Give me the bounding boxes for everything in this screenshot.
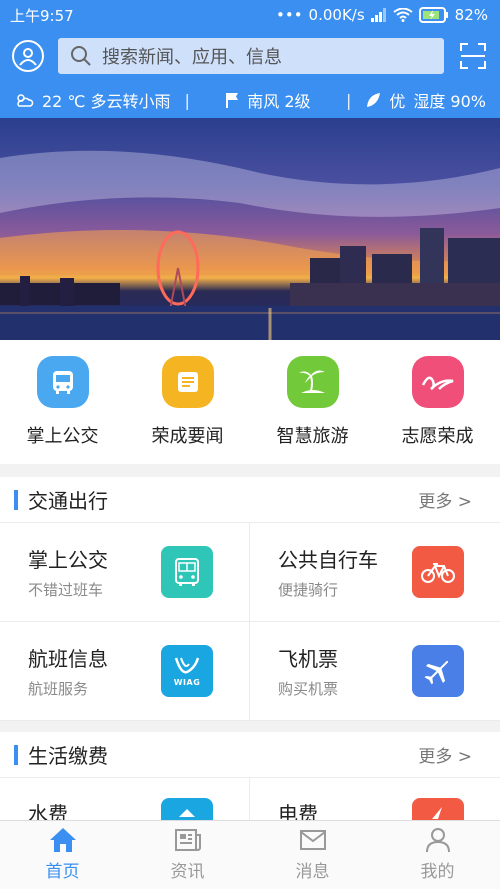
weather-air: 优 bbox=[389, 92, 406, 111]
service-subtitle: 不错过班车 bbox=[28, 581, 104, 599]
volunteer-icon bbox=[411, 356, 464, 408]
section-title: 生活缴费 bbox=[28, 744, 108, 768]
nav-news[interactable]: 资讯 bbox=[125, 821, 250, 889]
status-battery: 82% bbox=[454, 6, 488, 24]
bus-icon bbox=[161, 546, 213, 598]
service-subtitle: 便捷骑行 bbox=[278, 581, 339, 599]
palm-tree-icon bbox=[286, 356, 339, 408]
nav-label: 我的 bbox=[420, 862, 455, 882]
quick-apps: 掌上公交 荣成要闻 智慧旅游 志愿荣成 bbox=[0, 340, 500, 464]
section-title: 交通出行 bbox=[28, 489, 108, 513]
divider: | bbox=[184, 90, 190, 110]
airplane-icon bbox=[412, 645, 464, 697]
service-electricity-bill[interactable]: 电费 bbox=[250, 778, 500, 820]
city-skyline-illustration bbox=[0, 150, 500, 340]
user-avatar-icon bbox=[19, 48, 37, 66]
signal-icon bbox=[370, 8, 386, 22]
more-dots-icon: ••• bbox=[276, 6, 303, 24]
profile-button[interactable] bbox=[12, 40, 44, 72]
bus-icon bbox=[36, 356, 89, 408]
service-flight-info[interactable]: 航班信息 航班服务 WIAG bbox=[0, 622, 250, 721]
top-header: 上午9:57 ••• 0.00K/s 82% 搜索新闻、应用、信息 22 ℃ 多… bbox=[0, 0, 500, 118]
service-air-ticket[interactable]: 飞机票 购买机票 bbox=[250, 622, 500, 721]
service-title: 航班信息 bbox=[28, 647, 108, 671]
news-icon bbox=[161, 356, 214, 408]
traffic-section: 交通出行 更多 > 掌上公交 不错过班车 公共自行车 便捷骑行 航班信息 航班服… bbox=[0, 477, 500, 721]
weather-bar[interactable]: 22 ℃ 多云转小雨 | 南风 2级 | 优 湿度 90% bbox=[0, 82, 500, 118]
scan-icon bbox=[460, 43, 486, 69]
water-icon bbox=[161, 798, 213, 820]
quick-app-bus[interactable]: 掌上公交 bbox=[0, 340, 125, 464]
service-subtitle: 购买机票 bbox=[278, 680, 339, 698]
search-placeholder: 搜索新闻、应用、信息 bbox=[102, 47, 282, 68]
mail-icon bbox=[299, 830, 326, 850]
nav-label: 资讯 bbox=[170, 862, 205, 882]
service-title: 电费 bbox=[278, 802, 318, 820]
home-icon bbox=[49, 828, 76, 852]
wiag-logo-text: WIAG bbox=[173, 677, 201, 687]
search-input[interactable]: 搜索新闻、应用、信息 bbox=[58, 38, 444, 74]
bicycle-icon bbox=[412, 546, 464, 598]
divider: | bbox=[345, 90, 352, 110]
service-bus[interactable]: 掌上公交 不错过班车 bbox=[0, 523, 250, 622]
user-icon bbox=[425, 828, 450, 853]
scan-button[interactable] bbox=[458, 41, 488, 71]
nav-profile[interactable]: 我的 bbox=[375, 821, 500, 889]
service-water-bill[interactable]: 水费 bbox=[0, 778, 250, 820]
more-link[interactable]: 更多 > bbox=[418, 742, 472, 767]
status-time: 上午9:57 bbox=[10, 6, 74, 25]
nav-label: 首页 bbox=[45, 862, 80, 882]
service-title: 水费 bbox=[28, 802, 68, 820]
service-title: 公共自行车 bbox=[278, 548, 378, 572]
more-link[interactable]: 更多 > bbox=[418, 487, 472, 512]
status-net-speed: 0.00K/s bbox=[308, 6, 365, 24]
leaf-icon bbox=[367, 93, 381, 107]
status-bar: 上午9:57 ••• 0.00K/s 82% bbox=[0, 0, 500, 30]
nav-label: 消息 bbox=[295, 862, 330, 882]
wifi-icon bbox=[393, 8, 413, 22]
life-payment-section: 生活缴费 更多 > 水费 电费 bbox=[0, 732, 500, 820]
newspaper-icon bbox=[174, 829, 201, 851]
weather-temp: 22 ℃ 多云转小雨 bbox=[42, 92, 171, 111]
service-title: 掌上公交 bbox=[28, 548, 108, 572]
quick-app-volunteer[interactable]: 志愿荣成 bbox=[375, 340, 500, 464]
nav-home[interactable]: 首页 bbox=[0, 821, 125, 889]
search-row: 搜索新闻、应用、信息 bbox=[0, 30, 500, 82]
service-subtitle: 航班服务 bbox=[28, 680, 89, 698]
bottom-navigation: 首页 资讯 消息 我的 bbox=[0, 820, 500, 889]
quick-app-news[interactable]: 荣成要闻 bbox=[125, 340, 250, 464]
electricity-icon bbox=[412, 798, 464, 820]
weather-wind: 南风 2级 bbox=[247, 92, 311, 111]
flag-icon bbox=[226, 93, 239, 108]
service-title: 飞机票 bbox=[278, 647, 338, 671]
banner-image[interactable] bbox=[0, 118, 500, 340]
battery-icon bbox=[418, 7, 448, 23]
cloud-sun-icon bbox=[17, 94, 34, 107]
quick-app-tourism[interactable]: 智慧旅游 bbox=[250, 340, 375, 464]
service-bicycle[interactable]: 公共自行车 便捷骑行 bbox=[250, 523, 500, 622]
wiag-logo-icon: WIAG bbox=[161, 645, 213, 697]
quick-app-label: 志愿荣成 bbox=[401, 426, 474, 447]
quick-app-label: 荣成要闻 bbox=[151, 426, 224, 447]
quick-app-label: 掌上公交 bbox=[26, 426, 99, 447]
weather-humidity: 湿度 90% bbox=[413, 92, 486, 111]
nav-messages[interactable]: 消息 bbox=[250, 821, 375, 889]
search-icon bbox=[71, 46, 91, 66]
quick-app-label: 智慧旅游 bbox=[276, 426, 349, 447]
